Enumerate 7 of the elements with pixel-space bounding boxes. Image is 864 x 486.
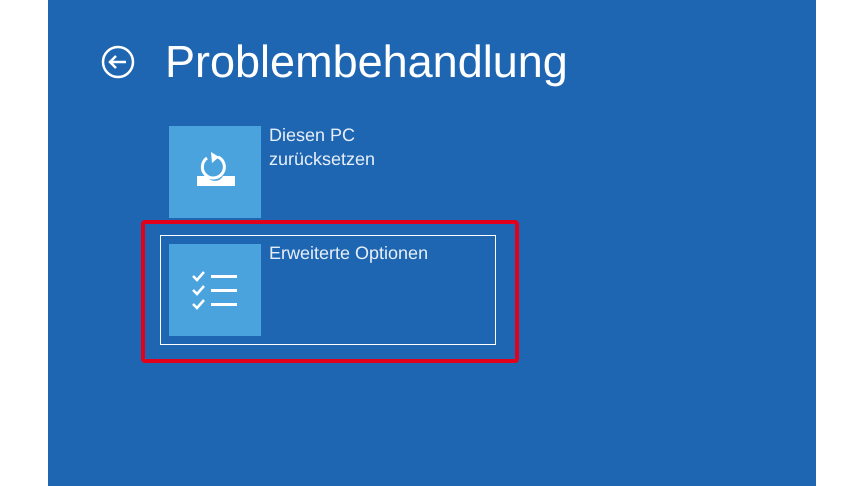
back-icon[interactable]: [101, 45, 135, 79]
option-tile[interactable]: Diesen PC zurücksetzen: [160, 117, 496, 227]
checklist-icon: [192, 270, 238, 310]
option-label: Erweiterte Optionen: [269, 242, 428, 265]
option-label: Diesen PC zurücksetzen: [269, 124, 376, 171]
option-tile[interactable]: Erweiterte Optionen: [160, 235, 496, 345]
page-title: Problembehandlung: [165, 35, 568, 89]
